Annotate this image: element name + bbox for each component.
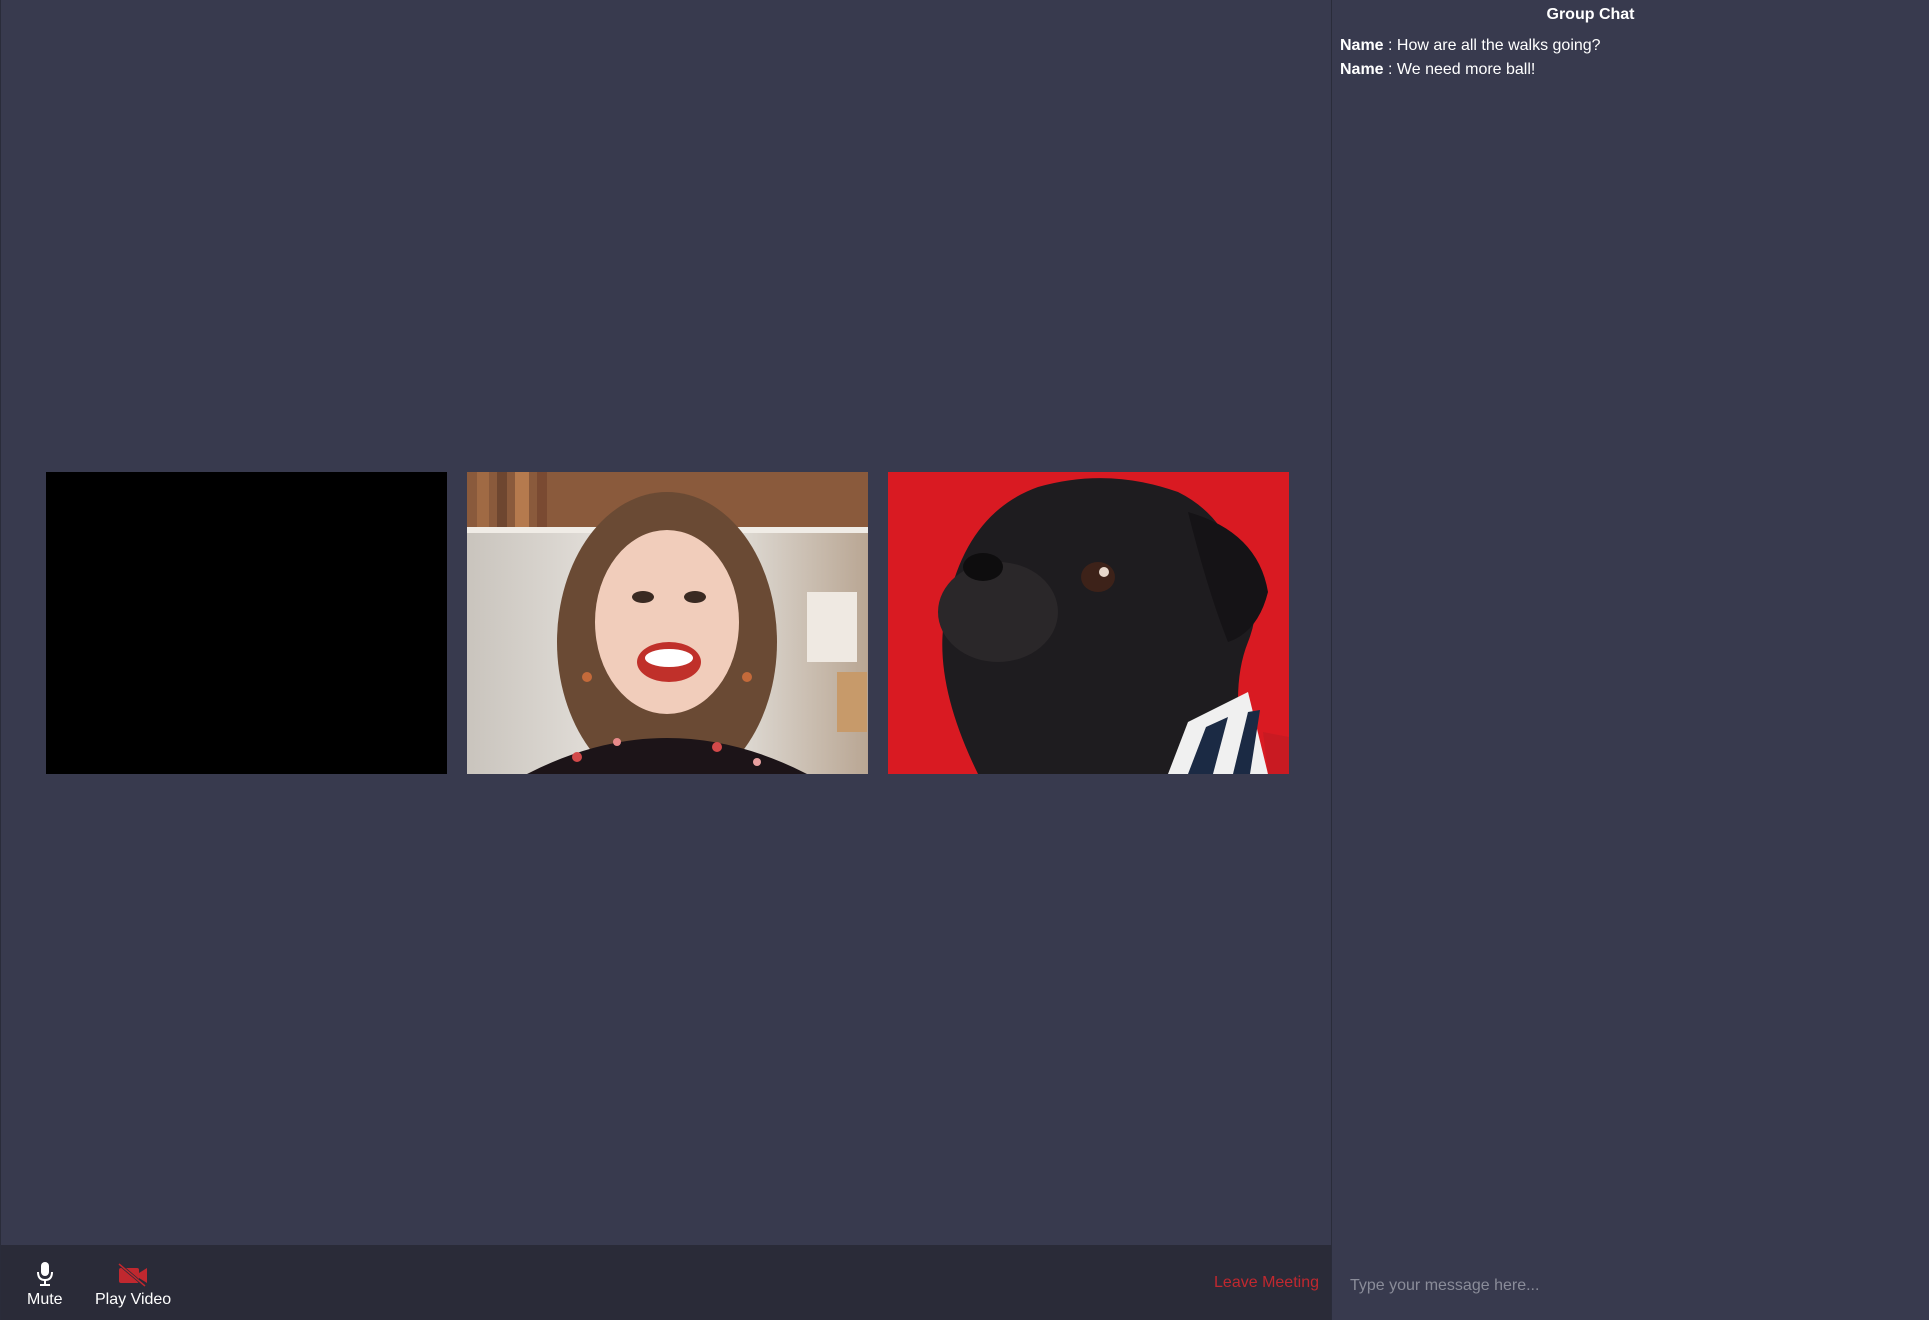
chat-messages: Name : How are all the walks going? Name… — [1340, 34, 1601, 82]
meeting-controls-bar: Mute Play Video Leave Meeting — [1, 1245, 1332, 1320]
video-tile-pug[interactable] — [888, 472, 1289, 774]
video-camera-off-icon — [117, 1259, 149, 1287]
woman-video-image — [467, 472, 868, 774]
chat-message: Name : How are all the walks going? — [1340, 34, 1601, 58]
play-video-label: Play Video — [95, 1291, 172, 1308]
chat-message-input[interactable] — [1348, 1276, 1912, 1296]
message-sender: Name — [1340, 61, 1384, 78]
video-tile-camera-off[interactable] — [46, 472, 447, 774]
message-text: : We need more ball! — [1383, 61, 1536, 78]
video-tile-woman[interactable] — [467, 472, 868, 774]
chat-title: Group Chat — [1546, 6, 1635, 23]
meeting-app: Mute Play Video Leave Meeting Group Chat — [0, 0, 1929, 1320]
play-video-button[interactable]: Play Video — [95, 1259, 171, 1309]
video-grid — [46, 472, 1289, 774]
mute-button[interactable]: Mute — [27, 1259, 63, 1309]
message-sender: Name — [1340, 37, 1384, 54]
mute-label: Mute — [27, 1291, 63, 1308]
video-area: Mute Play Video Leave Meeting — [0, 0, 1332, 1320]
pug-video-image — [938, 478, 1289, 774]
message-text: : How are all the walks going? — [1383, 37, 1601, 54]
group-chat-panel: Group Chat Name : How are all the walks … — [1331, 0, 1929, 1320]
chat-message: Name : We need more ball! — [1340, 58, 1601, 82]
leave-meeting-button[interactable]: Leave Meeting — [1214, 1274, 1319, 1292]
microphone-icon — [36, 1259, 54, 1287]
